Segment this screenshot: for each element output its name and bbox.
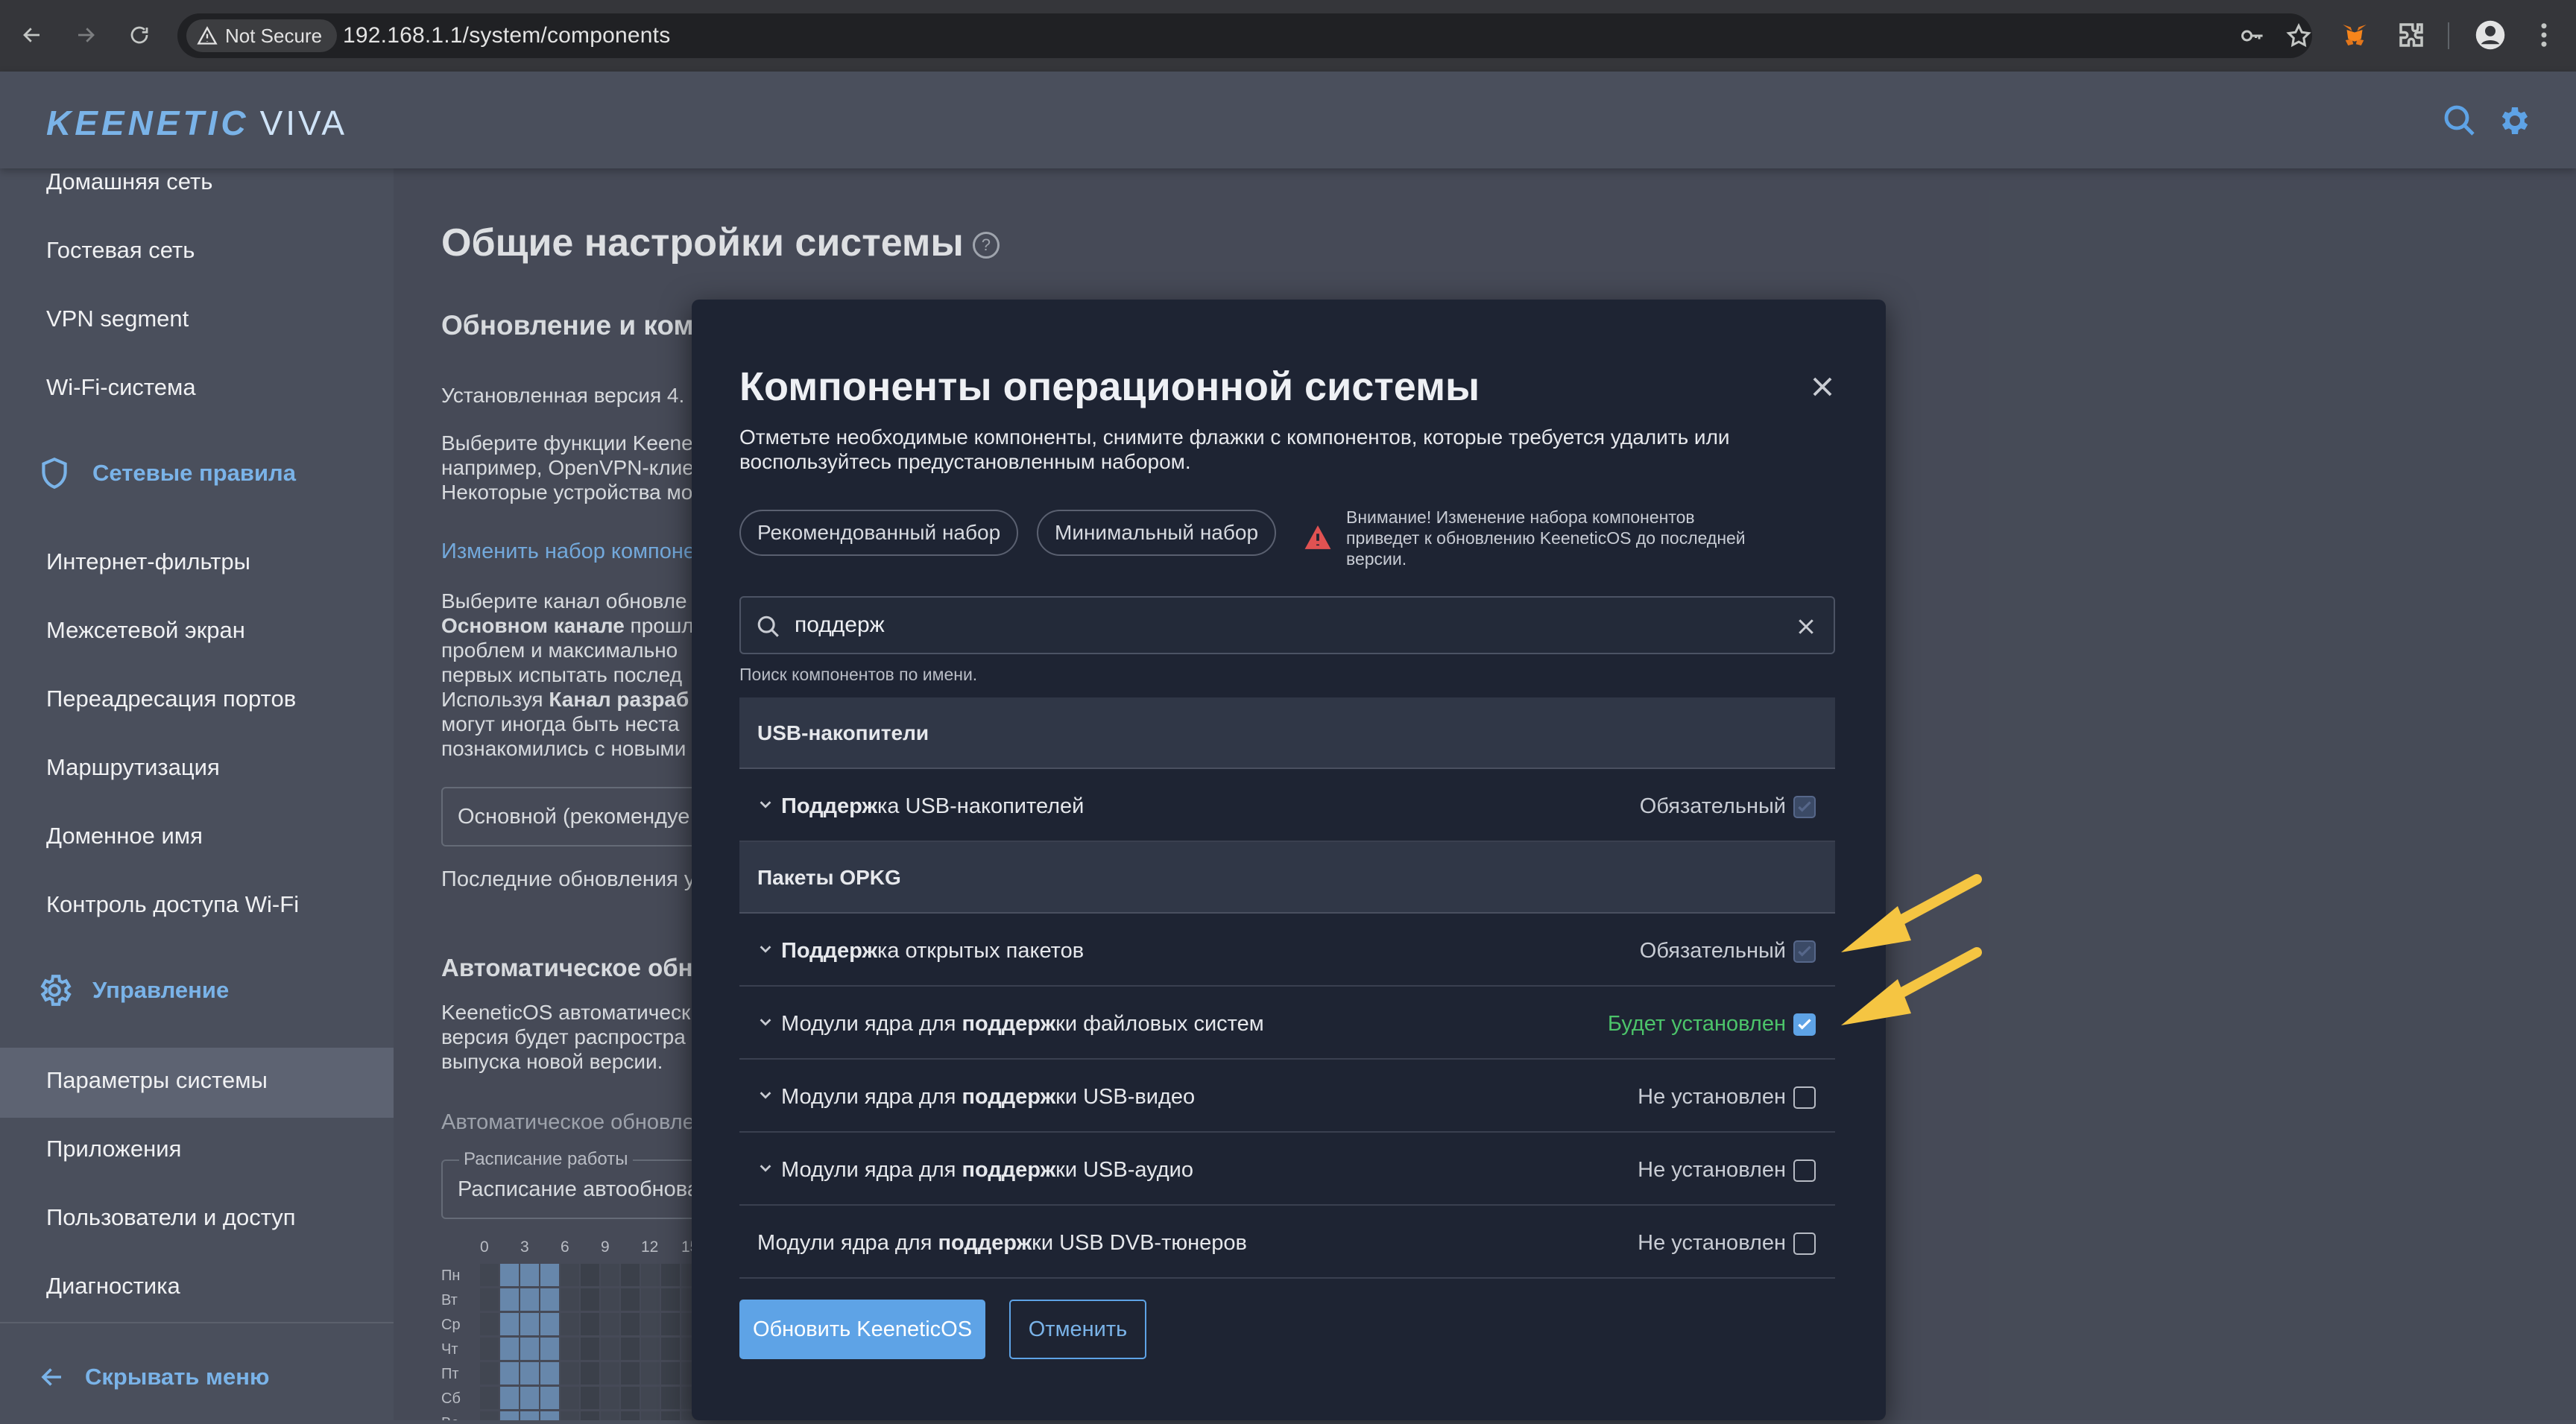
keenetic-logo[interactable]: KEENETIC VIVA [46,103,347,143]
back-icon[interactable] [15,18,49,52]
sidebar-divider [0,1322,394,1323]
sidebar-item-internet-filters[interactable]: Интернет-фильтры [46,548,250,575]
gear-outline-icon [40,975,72,1006]
sidebar-item-port-forwarding[interactable]: Переадресация портов [46,686,296,712]
sidebar-item-applications[interactable]: Приложения [46,1136,181,1162]
component-status: Не установлен [1638,1231,1786,1255]
component-status: Не установлен [1638,1085,1786,1109]
dialog-description: Отметьте необходимые компоненты, снимите… [739,425,1730,473]
warning-icon [1304,525,1331,549]
sidebar-item-wifi-access-control[interactable]: Контроль доступа Wi-Fi [46,891,299,918]
browser-chrome: Not Secure 192.168.1.1/system/components [0,0,2576,73]
forward-icon[interactable] [69,18,103,52]
logo-brand: KEENETIC [46,104,250,142]
sidebar-item-routing[interactable]: Маршрутизация [46,754,220,781]
chevron-down-icon[interactable] [757,1159,774,1176]
warning-triangle-icon [197,26,218,45]
component-row[interactable]: Модули ядра для поддержки USB-аудио Не у… [739,1133,1835,1206]
component-status: Обязательный [1639,794,1786,818]
clear-search-icon[interactable] [1795,616,1817,638]
browser-menu-icon[interactable] [2528,19,2560,51]
component-status: Не установлен [1638,1158,1786,1182]
hide-menu-label: Скрывать меню [85,1364,270,1390]
address-bar[interactable]: Not Secure 192.168.1.1/system/components [177,13,2312,58]
component-row[interactable]: Модули ядра для поддержки USB-видео Не у… [739,1060,1835,1133]
metamask-extension-icon[interactable] [2339,19,2370,51]
minimal-preset-button[interactable]: Минимальный набор [1037,510,1277,556]
url-text[interactable]: 192.168.1.1/system/components [343,23,670,48]
extensions-puzzle-icon[interactable] [2396,19,2427,51]
sidebar-section-network-rules[interactable]: Сетевые правила [36,455,296,492]
chevron-down-icon[interactable] [757,940,774,957]
sidebar-section-label: Сетевые правила [92,460,296,486]
component-checkbox-required[interactable] [1793,940,1816,963]
sidebar-item-firewall[interactable]: Межсетевой экран [46,617,245,644]
bookmark-star-icon[interactable] [2285,22,2312,49]
reload-icon[interactable] [122,18,157,52]
app-header: KEENETIC VIVA [0,72,2576,168]
component-search-field[interactable]: поддерж [739,596,1835,654]
group-title: Пакеты OPKG [757,866,901,889]
sidebar-item-guest-network[interactable]: Гостевая сеть [46,237,195,264]
key-icon[interactable] [2239,22,2266,49]
chevron-down-icon[interactable] [757,796,774,812]
dialog-title: Компоненты операционной системы [739,364,1480,409]
sidebar-item-users-access[interactable]: Пользователи и доступ [46,1204,296,1231]
sidebar-item-wifi-system[interactable]: Wi-Fi-система [46,374,196,401]
component-name: Поддержка USB-накопителей [781,794,1085,818]
sidebar-item-system-settings[interactable]: Параметры системы [46,1067,268,1094]
annotation-arrow-icon [1841,947,1982,1025]
recommended-preset-button[interactable]: Рекомендованный набор [739,510,1019,556]
component-checkbox-required[interactable] [1793,796,1816,818]
component-checkbox[interactable] [1793,1159,1816,1182]
close-icon[interactable] [1808,373,1837,401]
component-row[interactable]: Поддержка открытых пакетов Обязательный [739,914,1835,987]
sidebar-item-vpn-segment[interactable]: VPN segment [46,306,189,332]
sidebar-item-home-network[interactable]: Домашняя сеть [46,168,212,195]
component-search-input[interactable]: поддерж [795,613,885,638]
gear-icon[interactable] [2496,103,2531,139]
os-components-dialog: Компоненты операционной системы Отметьте… [692,300,1886,1420]
component-checkbox-checked[interactable] [1793,1013,1816,1036]
group-header: Пакеты OPKG [739,842,1835,914]
arrow-left-icon [41,1368,61,1386]
profile-avatar-icon[interactable] [2475,19,2506,51]
component-name: Модули ядра для поддержки USB-видео [781,1085,1196,1109]
component-row[interactable]: Модули ядра для поддержки USB DVB-тюнеро… [739,1206,1835,1279]
component-name: Модули ядра для поддержки USB DVB-тюнеро… [757,1231,1247,1255]
security-label: Not Secure [225,24,323,47]
group-header: USB-накопители [739,697,1835,769]
toolbar-divider [2448,22,2449,49]
search-icon [757,616,779,637]
sidebar-section-management[interactable]: Управление [36,972,229,1009]
component-name: Модули ядра для поддержки USB-аудио [781,1158,1193,1182]
shield-icon [42,457,67,489]
sidebar-item-diagnostics[interactable]: Диагностика [46,1273,180,1300]
sidebar-section-label: Управление [92,977,230,1003]
hide-menu-button[interactable]: Скрывать меню [39,1364,269,1390]
search-hint: Поиск компонентов по имени. [739,665,978,684]
search-icon[interactable] [2442,103,2478,139]
warning-text: Внимание! Изменение набора компонентов п… [1346,507,1746,569]
component-row[interactable]: Поддержка USB-накопителей Обязательный [739,769,1835,842]
group-title: USB-накопители [757,721,929,744]
chevron-down-icon[interactable] [757,1013,774,1030]
sidebar: Домашняя сеть Гостевая сеть VPN segment … [0,168,394,1420]
cancel-button[interactable]: Отменить [1009,1300,1146,1359]
security-chip[interactable]: Not Secure [186,19,338,52]
component-name: Модули ядра для поддержки файловых систе… [781,1012,1264,1036]
component-row[interactable]: Модули ядра для поддержки файловых систе… [739,987,1835,1060]
component-status: Будет установлен [1607,1012,1786,1036]
component-name: Поддержка открытых пакетов [781,939,1085,963]
chevron-down-icon[interactable] [757,1086,774,1103]
update-keeneticos-button[interactable]: Обновить KeeneticOS [739,1300,985,1359]
sidebar-item-domain-name[interactable]: Доменное имя [46,823,203,849]
component-checkbox[interactable] [1793,1232,1816,1255]
logo-model: VIVA [259,104,348,142]
component-status: Обязательный [1639,939,1786,963]
component-checkbox[interactable] [1793,1086,1816,1109]
